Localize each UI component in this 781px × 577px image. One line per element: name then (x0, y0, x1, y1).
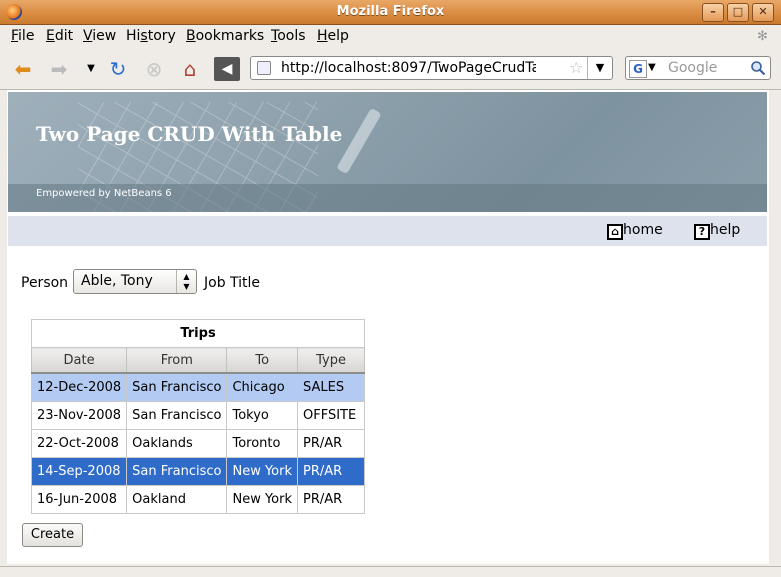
close-button[interactable]: ✕ (752, 3, 774, 22)
browser-window: Mozilla Firefox – □ ✕ File Edit View His… (0, 0, 781, 577)
home-icon[interactable]: ⌂ (177, 57, 203, 81)
cell-to: Chicago (226, 372, 299, 402)
column-header-to[interactable]: To (226, 347, 299, 374)
table-row[interactable]: 23-Nov-2008 San Francisco Tokyo OFFSITE (30, 401, 366, 430)
cell-to: Tokyo (226, 401, 299, 430)
banner-subtitle: Empowered by NetBeans 6 (36, 188, 172, 199)
cell-date: 22-Oct-2008 (30, 429, 128, 458)
create-button[interactable]: Create (22, 523, 83, 547)
cell-date: 23-Nov-2008 (30, 401, 128, 430)
table-row[interactable]: 22-Oct-2008 Oaklands Toronto PR/AR (30, 429, 366, 458)
cell-from: Oakland (126, 485, 228, 514)
cell-from: Oaklands (126, 429, 228, 458)
cell-date: 14-Sep-2008 (30, 457, 128, 486)
person-label: Person (21, 275, 69, 291)
google-engine-icon[interactable]: G (629, 60, 647, 78)
cell-type: OFFSITE (297, 401, 366, 430)
question-icon: ? (694, 224, 710, 240)
home-link[interactable]: ⌂ home (607, 222, 663, 240)
menu-bar: File Edit View History Bookmarks Tools H… (0, 25, 781, 48)
menu-view[interactable]: View (83, 28, 116, 44)
select-arrows-icon: ▲ ▼ (176, 270, 196, 293)
table-row[interactable]: 16-Jun-2008 Oakland New York PR/AR (30, 485, 366, 514)
forward-icon[interactable]: ➡ (46, 57, 72, 81)
cell-type: PR/AR (297, 429, 366, 458)
url-text[interactable]: http://localhost:8097/TwoPageCrudTable_P… (281, 60, 536, 76)
person-select[interactable]: Able, Tony ▲ ▼ (73, 269, 197, 294)
search-input[interactable]: Google (668, 60, 717, 76)
page-content: Two Page CRUD With Table Empowered by Ne… (7, 90, 769, 564)
cell-date: 16-Jun-2008 (30, 485, 128, 514)
column-header-from[interactable]: From (126, 347, 228, 374)
netbeans-icon[interactable]: ◀ (214, 57, 240, 81)
cell-from: San Francisco (126, 457, 228, 486)
menu-file[interactable]: File (11, 28, 34, 44)
search-icon[interactable] (750, 60, 766, 76)
page-banner: Two Page CRUD With Table Empowered by Ne… (8, 92, 767, 212)
table-row[interactable]: 14-Sep-2008 San Francisco New York PR/AR (30, 457, 366, 486)
reload-icon[interactable]: ↻ (105, 57, 131, 81)
address-bar[interactable]: http://localhost:8097/TwoPageCrudTable_P… (250, 56, 613, 80)
history-dropdown-icon[interactable]: ▼ (78, 57, 104, 81)
menu-bookmarks[interactable]: Bookmarks (186, 28, 264, 44)
title-bar: Mozilla Firefox – □ ✕ (0, 0, 781, 25)
cell-date: 12-Dec-2008 (30, 372, 128, 402)
minimize-button[interactable]: – (702, 3, 724, 22)
maximize-button[interactable]: □ (727, 3, 749, 22)
trips-table: Trips Date From To Type 12-Dec-2008 San … (30, 319, 366, 514)
window-title: Mozilla Firefox (336, 4, 445, 19)
help-link[interactable]: ? help (694, 222, 740, 240)
cell-to: Toronto (226, 429, 299, 458)
cell-type: PR/AR (297, 485, 366, 514)
column-header-date[interactable]: Date (30, 347, 128, 374)
status-bar (0, 566, 781, 577)
bookmark-star-icon[interactable]: ☆ (569, 58, 583, 77)
url-dropdown-icon[interactable]: ▼ (587, 57, 612, 79)
menu-edit[interactable]: Edit (46, 28, 73, 44)
cell-from: San Francisco (126, 372, 228, 402)
menu-history[interactable]: History (126, 28, 176, 44)
cell-type: PR/AR (297, 457, 366, 486)
cell-to: New York (226, 485, 299, 514)
menu-tools[interactable]: Tools (271, 28, 306, 44)
page-icon (257, 61, 271, 75)
table-row[interactable]: 12-Dec-2008 San Francisco Chicago SALES (30, 372, 366, 402)
link-bar: ⌂ home ? help (8, 216, 767, 246)
engine-dropdown-icon[interactable]: ▼ (648, 62, 656, 73)
search-bar[interactable]: G ▼ Google (625, 56, 771, 80)
stop-icon[interactable]: ⊗ (141, 57, 167, 81)
job-title-label: Job Title (204, 275, 261, 291)
menu-help[interactable]: Help (317, 28, 349, 44)
house-icon: ⌂ (607, 224, 623, 240)
navigation-toolbar: ⬅ ➡ ▼ ↻ ⊗ ⌂ ◀ http://localhost:8097/TwoP… (0, 49, 781, 90)
page-title: Two Page CRUD With Table (36, 122, 343, 146)
person-selected-value: Able, Tony (81, 273, 153, 289)
throbber-icon: ✻ (757, 29, 768, 44)
cell-from: San Francisco (126, 401, 228, 430)
back-icon[interactable]: ⬅ (10, 57, 36, 81)
cell-to: New York (226, 457, 299, 486)
table-caption: Trips (30, 319, 366, 348)
banner-pencil-graphic (336, 107, 382, 175)
column-header-type[interactable]: Type (297, 347, 366, 374)
cell-type: SALES (297, 372, 366, 402)
